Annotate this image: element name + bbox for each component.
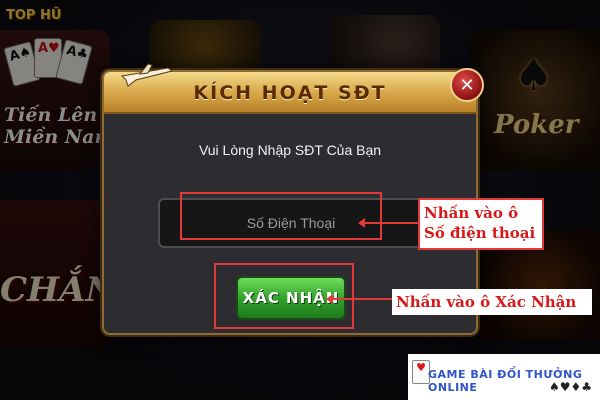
confirm-pointer-arrow [326, 294, 392, 304]
close-icon: ✕ [459, 75, 475, 96]
close-button[interactable]: ✕ [450, 68, 484, 102]
input-pointer-arrow [358, 218, 418, 228]
input-instruction-note: Nhấn vào ô Số điện thoại [424, 204, 536, 242]
site-watermark: ♥ GAME BÀI ĐỔI THƯỞNG ONLINE ♠♥♦♣ [408, 354, 600, 400]
confirm-instruction-note: Nhấn vào ô Xác Nhận [392, 289, 592, 315]
dialog-header: KÍCH HOẠT SĐT [104, 63, 476, 114]
dialog-title-text: KÍCH HOẠT SĐT [193, 82, 387, 104]
dialog-title: KÍCH HOẠT SĐT [104, 82, 476, 104]
input-highlight-box [180, 192, 382, 240]
dialog-subtitle: Vui Lòng Nhập SĐT Của Bạn [198, 142, 382, 158]
confirm-highlight-box [214, 263, 354, 329]
suits-icon: ♠♥♦♣ [548, 380, 592, 394]
